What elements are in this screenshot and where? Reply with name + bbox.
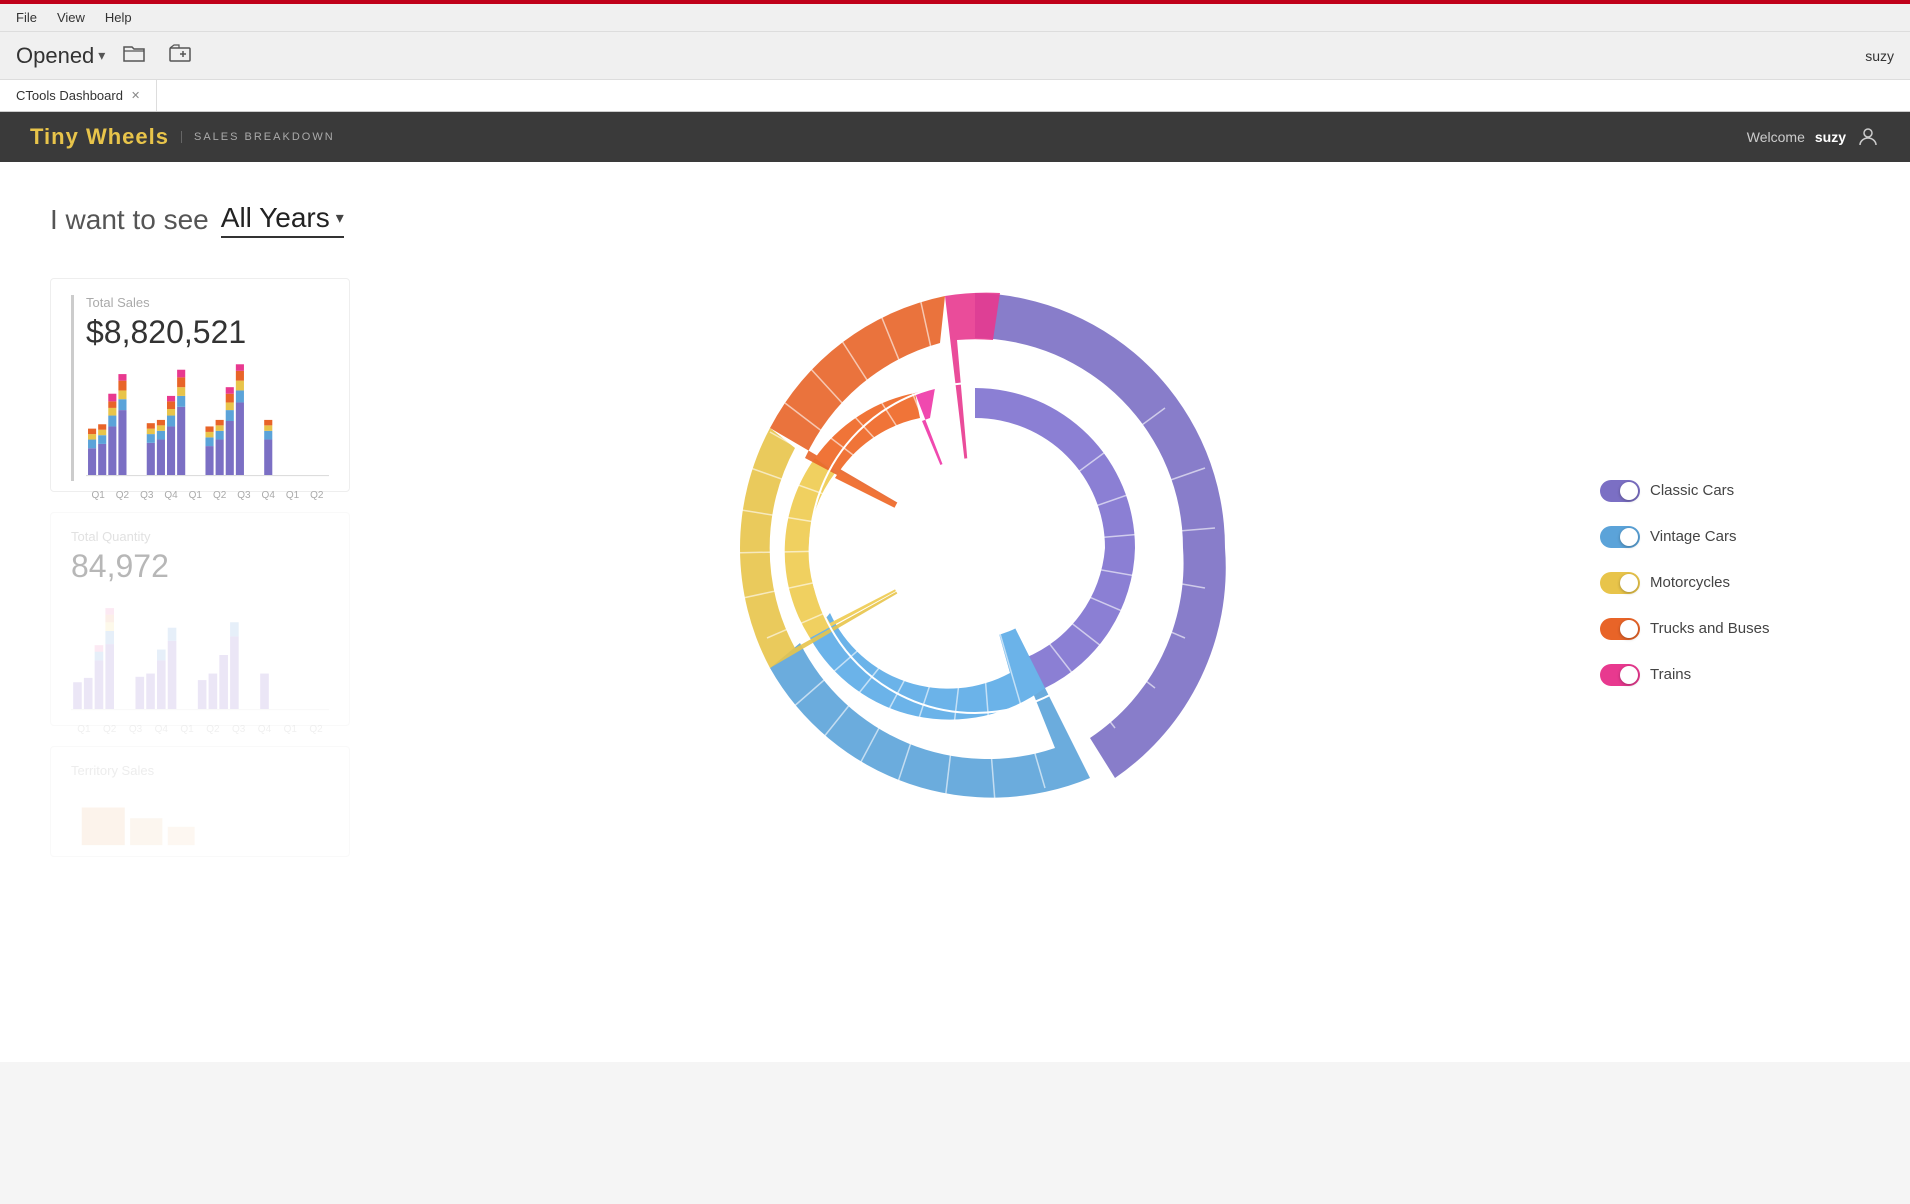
- toggle-vintage-cars[interactable]: [1600, 526, 1640, 548]
- legend-label-trains: Trains: [1650, 666, 1691, 683]
- brand-text-2: ls: [149, 124, 169, 149]
- territory-chart: [71, 786, 329, 846]
- legend-trains[interactable]: Trains: [1600, 664, 1860, 686]
- total-sales-value: $8,820,521: [86, 314, 329, 351]
- tab-close-icon[interactable]: ✕: [131, 89, 140, 102]
- total-sales-chart: Q1Q2Q3Q4 Q1Q2Q3Q4 Q1Q2: [86, 361, 329, 481]
- selector-label: I want to see: [50, 204, 209, 236]
- legend-label-trucks-buses: Trucks and Buses: [1650, 620, 1770, 637]
- menu-view[interactable]: View: [57, 10, 85, 25]
- menu-bar: File View Help: [0, 4, 1910, 32]
- header-username: suzy: [1815, 129, 1846, 145]
- app-header: Tiny Wheels SALES BREAKDOWN Welcome suzy: [0, 112, 1910, 162]
- sales-bar-svg: [86, 361, 329, 481]
- toggle-trains[interactable]: [1600, 664, 1640, 686]
- menu-file[interactable]: File: [16, 10, 37, 25]
- year-dropdown[interactable]: All Years ▾: [221, 202, 344, 238]
- opened-dropdown[interactable]: Opened ▾: [16, 43, 105, 69]
- user-icon: [1856, 125, 1880, 149]
- brand-highlight: ee: [122, 124, 148, 149]
- year-selector-row: I want to see All Years ▾: [50, 202, 1860, 238]
- legend-label-motorcycles: Motorcycles: [1650, 574, 1730, 591]
- user-label: suzy: [1865, 48, 1894, 64]
- welcome-text: Welcome: [1747, 129, 1805, 145]
- legend-trucks-buses[interactable]: Trucks and Buses: [1600, 618, 1860, 640]
- bar-chart-labels: Q1Q2Q3Q4 Q1Q2Q3Q4 Q1Q2: [86, 490, 329, 501]
- sunburst-svg: [715, 288, 1235, 808]
- toggle-classic-cars[interactable]: [1600, 480, 1640, 502]
- toggle-knob-motorcycles: [1620, 574, 1638, 592]
- toggle-trucks-buses[interactable]: [1600, 618, 1640, 640]
- quantity-bar-labels: Q1Q2Q3Q4 Q1Q2Q3Q4 Q1Q2: [71, 724, 329, 735]
- year-value: All Years: [221, 202, 330, 234]
- toggle-knob-vintage-cars: [1620, 528, 1638, 546]
- quantity-chart: Q1Q2Q3Q4 Q1Q2Q3Q4 Q1Q2: [71, 595, 329, 715]
- total-sales-card: Total Sales $8,820,521: [50, 278, 350, 492]
- sunburst-chart: [715, 288, 1235, 808]
- legend-motorcycles[interactable]: Motorcycles: [1600, 572, 1860, 594]
- center-panel: [370, 278, 1580, 857]
- charts-layout: Total Sales $8,820,521: [50, 278, 1860, 857]
- toggle-knob-trucks-buses: [1620, 620, 1638, 638]
- toggle-knob-classic-cars: [1620, 482, 1638, 500]
- opened-label: Opened: [16, 43, 94, 69]
- total-sales-content: Total Sales $8,820,521: [71, 295, 329, 481]
- tab-bar: CTools Dashboard ✕: [0, 80, 1910, 112]
- tab-ctools-dashboard[interactable]: CTools Dashboard ✕: [0, 80, 157, 111]
- year-chevron-icon: ▾: [336, 208, 344, 228]
- brand-name: Tiny Wheels: [30, 124, 169, 150]
- quantity-bar-svg: [71, 595, 329, 715]
- app-subtitle: SALES BREAKDOWN: [181, 131, 335, 143]
- legend-classic-cars[interactable]: Classic Cars: [1600, 480, 1860, 502]
- folder-icon: [123, 44, 145, 62]
- territory-sales-title: Territory Sales: [71, 763, 329, 778]
- legend-label-vintage-cars: Vintage Cars: [1650, 528, 1736, 545]
- main-content: I want to see All Years ▾ Total Sales $8…: [0, 162, 1910, 1062]
- territory-svg: [71, 786, 329, 851]
- right-panel: Classic Cars Vintage Cars Motorcycles Tr…: [1600, 278, 1860, 857]
- toggle-knob-trains: [1620, 666, 1638, 684]
- app-title-group: Tiny Wheels SALES BREAKDOWN: [30, 124, 335, 150]
- total-quantity-title: Total Quantity: [71, 529, 329, 544]
- legend-vintage-cars[interactable]: Vintage Cars: [1600, 526, 1860, 548]
- opened-chevron-icon: ▾: [98, 47, 105, 64]
- toggle-motorcycles[interactable]: [1600, 572, 1640, 594]
- territory-sales-card: Territory Sales: [50, 746, 350, 857]
- app-header-user: Welcome suzy: [1747, 125, 1880, 149]
- menu-help[interactable]: Help: [105, 10, 132, 25]
- total-quantity-card: Total Quantity 84,972: [50, 512, 350, 726]
- brand-text-1: Tiny Wh: [30, 124, 122, 149]
- total-quantity-value: 84,972: [71, 548, 329, 585]
- new-tab-icon: [169, 44, 191, 62]
- tab-label: CTools Dashboard: [16, 88, 123, 103]
- open-file-button[interactable]: [117, 40, 151, 71]
- legend-label-classic-cars: Classic Cars: [1650, 482, 1734, 499]
- toolbar: Opened ▾ suzy: [0, 32, 1910, 80]
- left-panel: Total Sales $8,820,521: [50, 278, 350, 857]
- total-sales-title: Total Sales: [86, 295, 329, 310]
- new-tab-button[interactable]: [163, 40, 197, 71]
